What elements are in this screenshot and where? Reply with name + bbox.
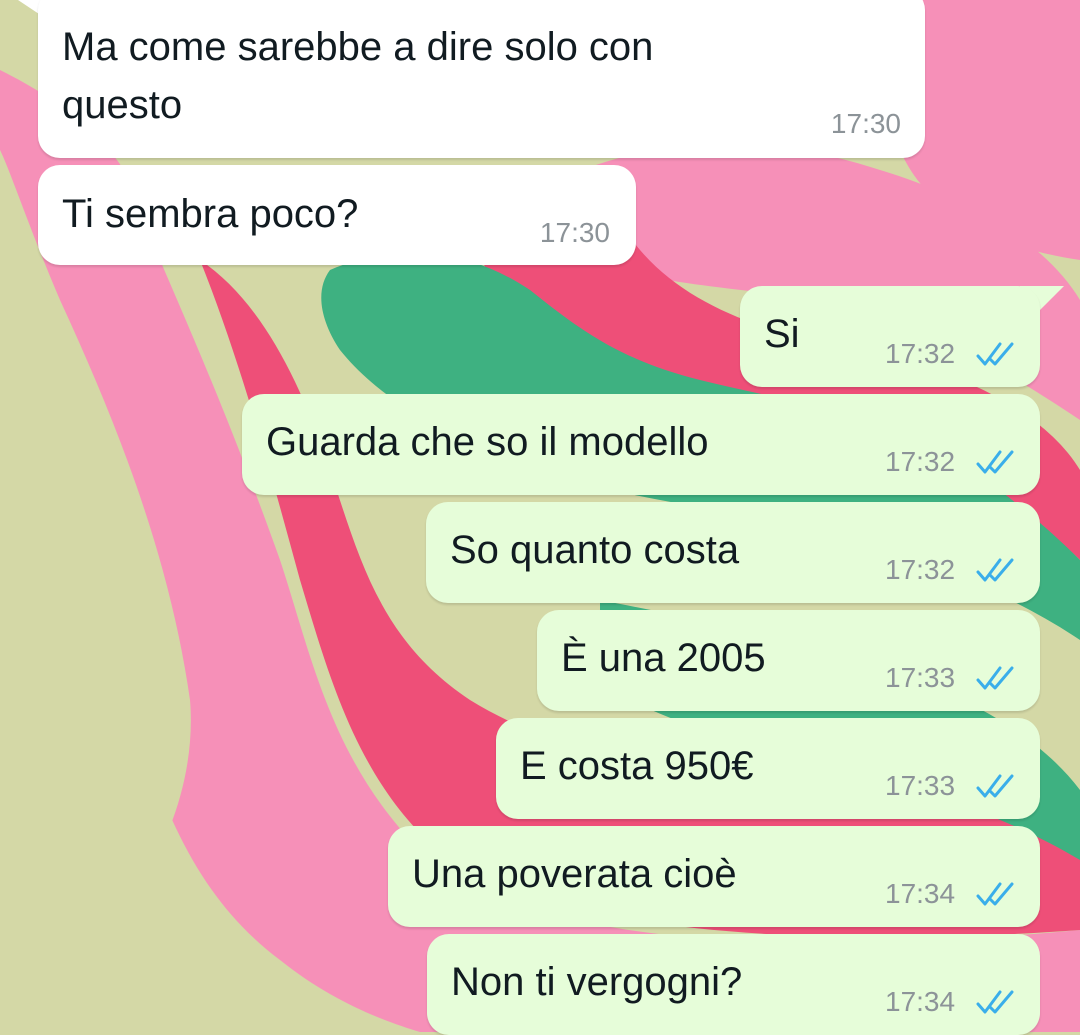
- message-text: Ti sembra poco?: [62, 192, 359, 236]
- double-check-icon: [976, 882, 1014, 906]
- message-time: 17:32: [885, 554, 956, 585]
- message-time: 17:30: [539, 217, 610, 248]
- double-check-icon: [976, 774, 1014, 798]
- message-bubble-incoming[interactable]: Ma come sarebbe a dire solo con questo 1…: [38, 0, 925, 158]
- message-text: Ma come sarebbe a dire solo con questo: [62, 25, 654, 127]
- message-list[interactable]: Ma come sarebbe a dire solo con questo 1…: [0, 0, 1080, 1035]
- message-time: 17:32: [885, 338, 956, 369]
- message-bubble-outgoing[interactable]: Guarda che so il modello 17:32: [242, 394, 1040, 495]
- message-text: Non ti vergogni?: [451, 960, 743, 1004]
- message-bubble-outgoing[interactable]: È una 2005 17:33: [537, 610, 1040, 711]
- message-time: 17:30: [830, 108, 901, 139]
- double-check-icon: [976, 558, 1014, 582]
- double-check-icon: [976, 450, 1014, 474]
- message-bubble-outgoing[interactable]: Non ti vergogni? 17:34: [427, 934, 1040, 1035]
- message-text: So quanto costa: [450, 528, 740, 572]
- message-bubble-outgoing[interactable]: E costa 950€ 17:33: [496, 718, 1040, 819]
- message-time: 17:34: [885, 878, 956, 909]
- double-check-icon: [976, 666, 1014, 690]
- message-text: Si: [764, 312, 800, 356]
- message-time: 17:32: [885, 446, 956, 477]
- double-check-icon: [976, 990, 1014, 1014]
- message-text: È una 2005: [561, 636, 766, 680]
- message-bubble-outgoing[interactable]: So quanto costa 17:32: [426, 502, 1040, 603]
- message-time: 17:33: [885, 662, 956, 693]
- double-check-icon: [976, 342, 1014, 366]
- message-bubble-outgoing[interactable]: Si 17:32: [740, 286, 1040, 387]
- message-text: E costa 950€: [520, 744, 754, 788]
- message-bubble-incoming[interactable]: Ti sembra poco? 17:30: [38, 165, 636, 265]
- message-text: Una poverata cioè: [412, 852, 737, 896]
- message-bubble-outgoing[interactable]: Una poverata cioè 17:34: [388, 826, 1040, 927]
- message-time: 17:33: [885, 770, 956, 801]
- message-text: Guarda che so il modello: [266, 420, 709, 464]
- message-time: 17:34: [885, 986, 956, 1017]
